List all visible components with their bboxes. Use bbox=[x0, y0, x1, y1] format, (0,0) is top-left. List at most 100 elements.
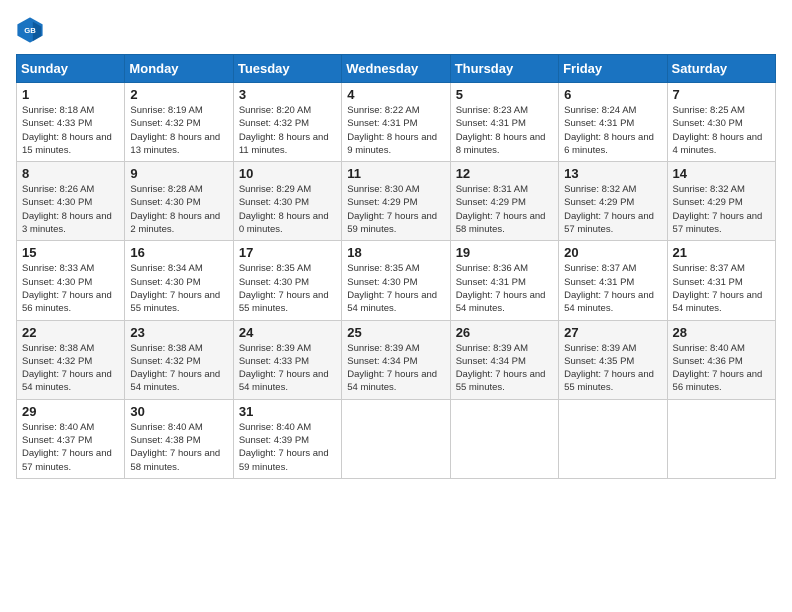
day-number: 20 bbox=[564, 245, 661, 260]
calendar-header: SundayMondayTuesdayWednesdayThursdayFrid… bbox=[17, 55, 776, 83]
daylight-label: Daylight: 8 hours and 4 minutes. bbox=[673, 132, 763, 156]
calendar-cell: 27 Sunrise: 8:39 AM Sunset: 4:35 PM Dayl… bbox=[559, 320, 667, 399]
daylight-label: Daylight: 8 hours and 8 minutes. bbox=[456, 132, 546, 156]
day-number: 13 bbox=[564, 166, 661, 181]
sunset-label: Sunset: 4:36 PM bbox=[673, 356, 743, 367]
calendar-cell: 25 Sunrise: 8:39 AM Sunset: 4:34 PM Dayl… bbox=[342, 320, 450, 399]
sunset-label: Sunset: 4:32 PM bbox=[130, 356, 200, 367]
calendar-cell: 8 Sunrise: 8:26 AM Sunset: 4:30 PM Dayli… bbox=[17, 162, 125, 241]
sunrise-label: Sunrise: 8:37 AM bbox=[673, 263, 745, 274]
day-info: Sunrise: 8:24 AM Sunset: 4:31 PM Dayligh… bbox=[564, 104, 661, 157]
calendar-cell bbox=[450, 399, 558, 478]
calendar-week-4: 22 Sunrise: 8:38 AM Sunset: 4:32 PM Dayl… bbox=[17, 320, 776, 399]
daylight-label: Daylight: 8 hours and 11 minutes. bbox=[239, 132, 329, 156]
weekday-header-wednesday: Wednesday bbox=[342, 55, 450, 83]
day-info: Sunrise: 8:34 AM Sunset: 4:30 PM Dayligh… bbox=[130, 262, 227, 315]
sunrise-label: Sunrise: 8:29 AM bbox=[239, 184, 311, 195]
sunrise-label: Sunrise: 8:34 AM bbox=[130, 263, 202, 274]
calendar-cell: 4 Sunrise: 8:22 AM Sunset: 4:31 PM Dayli… bbox=[342, 83, 450, 162]
day-number: 22 bbox=[22, 325, 119, 340]
sunrise-label: Sunrise: 8:22 AM bbox=[347, 105, 419, 116]
calendar-cell: 10 Sunrise: 8:29 AM Sunset: 4:30 PM Dayl… bbox=[233, 162, 341, 241]
day-number: 27 bbox=[564, 325, 661, 340]
daylight-label: Daylight: 7 hours and 55 minutes. bbox=[239, 290, 329, 314]
day-info: Sunrise: 8:32 AM Sunset: 4:29 PM Dayligh… bbox=[564, 183, 661, 236]
daylight-label: Daylight: 8 hours and 3 minutes. bbox=[22, 211, 112, 235]
day-info: Sunrise: 8:35 AM Sunset: 4:30 PM Dayligh… bbox=[239, 262, 336, 315]
calendar-week-1: 1 Sunrise: 8:18 AM Sunset: 4:33 PM Dayli… bbox=[17, 83, 776, 162]
day-info: Sunrise: 8:40 AM Sunset: 4:38 PM Dayligh… bbox=[130, 421, 227, 474]
daylight-label: Daylight: 7 hours and 54 minutes. bbox=[347, 290, 437, 314]
sunset-label: Sunset: 4:31 PM bbox=[456, 277, 526, 288]
day-info: Sunrise: 8:19 AM Sunset: 4:32 PM Dayligh… bbox=[130, 104, 227, 157]
sunset-label: Sunset: 4:32 PM bbox=[22, 356, 92, 367]
day-info: Sunrise: 8:29 AM Sunset: 4:30 PM Dayligh… bbox=[239, 183, 336, 236]
calendar-cell: 9 Sunrise: 8:28 AM Sunset: 4:30 PM Dayli… bbox=[125, 162, 233, 241]
daylight-label: Daylight: 7 hours and 59 minutes. bbox=[347, 211, 437, 235]
daylight-label: Daylight: 7 hours and 54 minutes. bbox=[239, 369, 329, 393]
sunset-label: Sunset: 4:35 PM bbox=[564, 356, 634, 367]
logo: GB bbox=[16, 16, 48, 44]
day-info: Sunrise: 8:40 AM Sunset: 4:36 PM Dayligh… bbox=[673, 342, 770, 395]
sunrise-label: Sunrise: 8:18 AM bbox=[22, 105, 94, 116]
sunset-label: Sunset: 4:32 PM bbox=[239, 118, 309, 129]
calendar-cell: 24 Sunrise: 8:39 AM Sunset: 4:33 PM Dayl… bbox=[233, 320, 341, 399]
day-info: Sunrise: 8:35 AM Sunset: 4:30 PM Dayligh… bbox=[347, 262, 444, 315]
day-number: 4 bbox=[347, 87, 444, 102]
day-number: 11 bbox=[347, 166, 444, 181]
daylight-label: Daylight: 7 hours and 55 minutes. bbox=[456, 369, 546, 393]
calendar-cell: 2 Sunrise: 8:19 AM Sunset: 4:32 PM Dayli… bbox=[125, 83, 233, 162]
daylight-label: Daylight: 8 hours and 9 minutes. bbox=[347, 132, 437, 156]
day-info: Sunrise: 8:25 AM Sunset: 4:30 PM Dayligh… bbox=[673, 104, 770, 157]
day-number: 9 bbox=[130, 166, 227, 181]
daylight-label: Daylight: 7 hours and 54 minutes. bbox=[456, 290, 546, 314]
calendar-cell: 16 Sunrise: 8:34 AM Sunset: 4:30 PM Dayl… bbox=[125, 241, 233, 320]
daylight-label: Daylight: 8 hours and 15 minutes. bbox=[22, 132, 112, 156]
day-number: 10 bbox=[239, 166, 336, 181]
calendar-cell: 31 Sunrise: 8:40 AM Sunset: 4:39 PM Dayl… bbox=[233, 399, 341, 478]
svg-text:GB: GB bbox=[24, 26, 36, 35]
sunset-label: Sunset: 4:34 PM bbox=[347, 356, 417, 367]
sunset-label: Sunset: 4:38 PM bbox=[130, 435, 200, 446]
calendar-cell: 26 Sunrise: 8:39 AM Sunset: 4:34 PM Dayl… bbox=[450, 320, 558, 399]
calendar-cell: 13 Sunrise: 8:32 AM Sunset: 4:29 PM Dayl… bbox=[559, 162, 667, 241]
day-number: 25 bbox=[347, 325, 444, 340]
daylight-label: Daylight: 7 hours and 56 minutes. bbox=[673, 369, 763, 393]
daylight-label: Daylight: 7 hours and 56 minutes. bbox=[22, 290, 112, 314]
day-info: Sunrise: 8:39 AM Sunset: 4:34 PM Dayligh… bbox=[456, 342, 553, 395]
calendar-week-5: 29 Sunrise: 8:40 AM Sunset: 4:37 PM Dayl… bbox=[17, 399, 776, 478]
calendar-week-2: 8 Sunrise: 8:26 AM Sunset: 4:30 PM Dayli… bbox=[17, 162, 776, 241]
weekday-header-thursday: Thursday bbox=[450, 55, 558, 83]
calendar-cell: 7 Sunrise: 8:25 AM Sunset: 4:30 PM Dayli… bbox=[667, 83, 775, 162]
sunset-label: Sunset: 4:37 PM bbox=[22, 435, 92, 446]
sunset-label: Sunset: 4:29 PM bbox=[456, 197, 526, 208]
day-info: Sunrise: 8:20 AM Sunset: 4:32 PM Dayligh… bbox=[239, 104, 336, 157]
day-number: 30 bbox=[130, 404, 227, 419]
day-info: Sunrise: 8:39 AM Sunset: 4:35 PM Dayligh… bbox=[564, 342, 661, 395]
calendar-cell: 1 Sunrise: 8:18 AM Sunset: 4:33 PM Dayli… bbox=[17, 83, 125, 162]
day-number: 5 bbox=[456, 87, 553, 102]
weekday-header-monday: Monday bbox=[125, 55, 233, 83]
calendar-cell: 15 Sunrise: 8:33 AM Sunset: 4:30 PM Dayl… bbox=[17, 241, 125, 320]
sunrise-label: Sunrise: 8:35 AM bbox=[347, 263, 419, 274]
daylight-label: Daylight: 7 hours and 54 minutes. bbox=[22, 369, 112, 393]
sunrise-label: Sunrise: 8:31 AM bbox=[456, 184, 528, 195]
day-info: Sunrise: 8:37 AM Sunset: 4:31 PM Dayligh… bbox=[564, 262, 661, 315]
calendar-cell bbox=[559, 399, 667, 478]
sunrise-label: Sunrise: 8:39 AM bbox=[239, 343, 311, 354]
day-info: Sunrise: 8:22 AM Sunset: 4:31 PM Dayligh… bbox=[347, 104, 444, 157]
sunrise-label: Sunrise: 8:32 AM bbox=[673, 184, 745, 195]
day-info: Sunrise: 8:40 AM Sunset: 4:39 PM Dayligh… bbox=[239, 421, 336, 474]
sunrise-label: Sunrise: 8:35 AM bbox=[239, 263, 311, 274]
sunset-label: Sunset: 4:33 PM bbox=[239, 356, 309, 367]
day-number: 31 bbox=[239, 404, 336, 419]
calendar-cell: 18 Sunrise: 8:35 AM Sunset: 4:30 PM Dayl… bbox=[342, 241, 450, 320]
sunrise-label: Sunrise: 8:25 AM bbox=[673, 105, 745, 116]
calendar-cell: 21 Sunrise: 8:37 AM Sunset: 4:31 PM Dayl… bbox=[667, 241, 775, 320]
sunrise-label: Sunrise: 8:19 AM bbox=[130, 105, 202, 116]
sunset-label: Sunset: 4:39 PM bbox=[239, 435, 309, 446]
day-number: 2 bbox=[130, 87, 227, 102]
calendar-cell: 6 Sunrise: 8:24 AM Sunset: 4:31 PM Dayli… bbox=[559, 83, 667, 162]
weekday-header-friday: Friday bbox=[559, 55, 667, 83]
daylight-label: Daylight: 7 hours and 55 minutes. bbox=[564, 369, 654, 393]
